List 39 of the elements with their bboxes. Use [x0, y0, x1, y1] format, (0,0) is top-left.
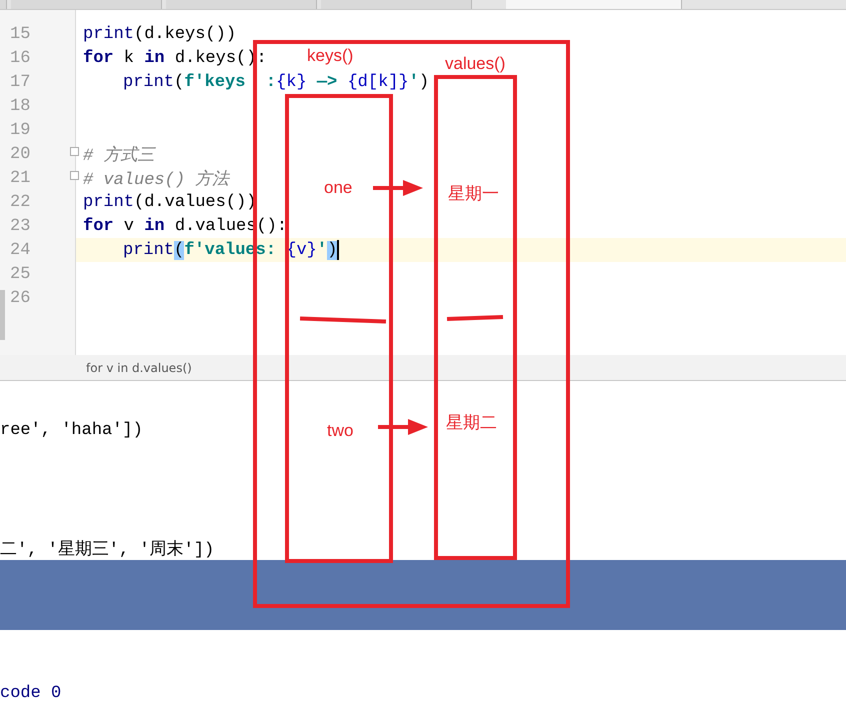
- arrow-icon: [373, 180, 423, 196]
- line-number: 24: [10, 240, 30, 260]
- code-line: print(d.values()): [83, 192, 256, 212]
- line-number: 19: [10, 120, 30, 140]
- code-line: # 方式三: [83, 144, 154, 166]
- annotation-label: keys(): [307, 46, 354, 66]
- annotation-label: two: [327, 421, 354, 441]
- annotation-label: one: [324, 178, 352, 198]
- breadcrumb[interactable]: for v in d.values(): [86, 360, 192, 374]
- scrollbar-thumb[interactable]: [0, 290, 5, 340]
- line-number: 16: [10, 48, 30, 68]
- line-number: 17: [10, 72, 30, 92]
- console-output-line: ree', 'haha']): [0, 420, 143, 440]
- fold-marker-icon[interactable]: [70, 147, 79, 156]
- line-number: 15: [10, 24, 30, 44]
- line-number: 21: [10, 168, 30, 188]
- editor-tab[interactable]: [11, 0, 162, 9]
- code-line: print(d.keys()): [83, 24, 236, 44]
- annotation-label: 星期一: [448, 184, 499, 204]
- editor-tab[interactable]: [0, 0, 7, 9]
- annotation-label: 星期二: [446, 413, 497, 433]
- code-line: print(f'keys :{k} —> {d[k]}'): [123, 72, 430, 92]
- arrow-icon: [378, 419, 428, 435]
- line-number: 26: [10, 288, 30, 308]
- text-cursor-icon: [337, 240, 340, 260]
- line-number: 25: [10, 264, 30, 284]
- annotation-dash: [446, 315, 504, 321]
- line-number: 18: [10, 96, 30, 116]
- editor-tab[interactable]: [506, 0, 682, 9]
- editor-tab[interactable]: [321, 0, 472, 9]
- console-output-line: 二', '星期三', '周末']): [0, 539, 214, 560]
- editor-tab[interactable]: [166, 0, 317, 9]
- line-number: 23: [10, 216, 30, 236]
- line-number: 22: [10, 192, 30, 212]
- annotation-label: values(): [445, 54, 506, 74]
- code-line: # values() 方法: [83, 168, 230, 190]
- console-output-line: code 0: [0, 684, 62, 702]
- fold-marker-icon[interactable]: [70, 171, 79, 180]
- line-number: 20: [10, 144, 30, 164]
